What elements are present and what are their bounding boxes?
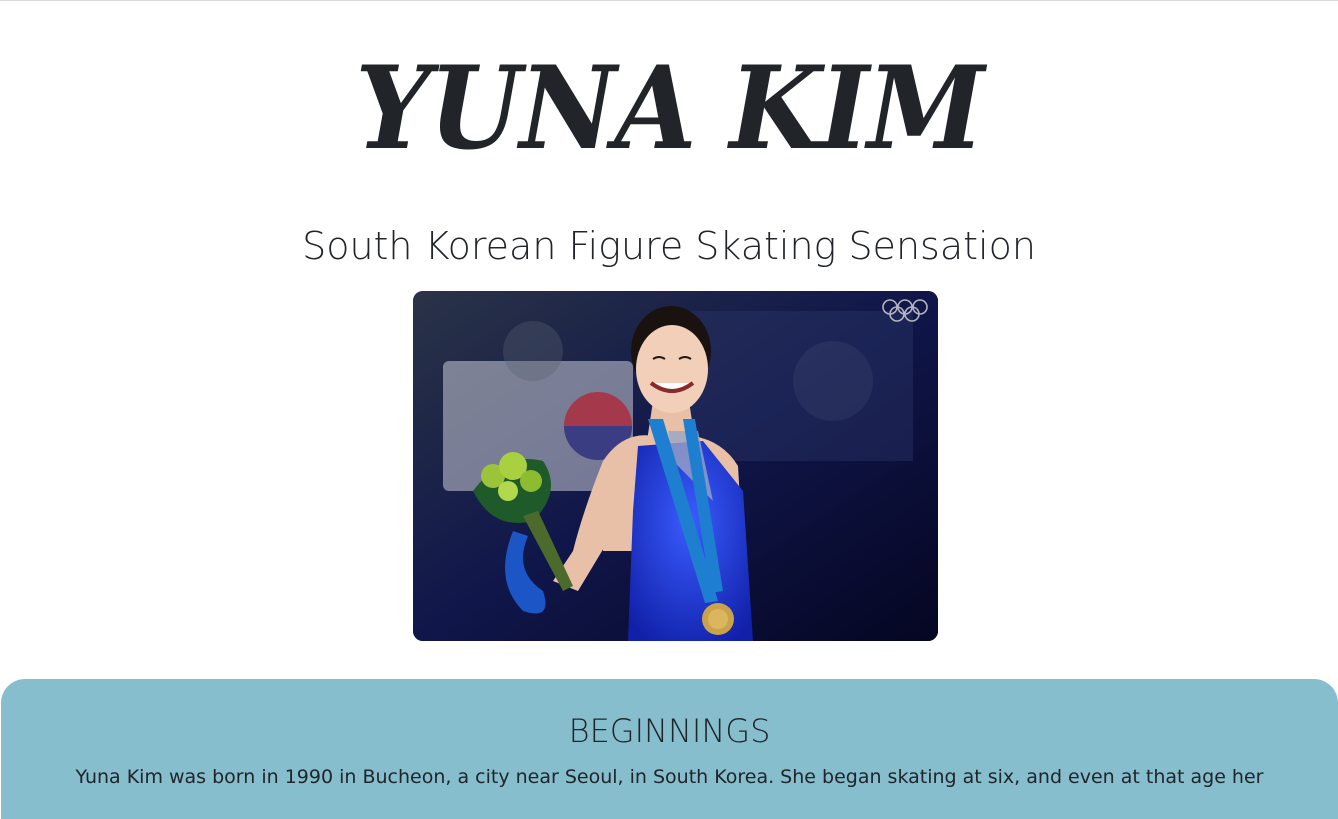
beginnings-section: BEGINNINGS Yuna Kim was born in 1990 in … — [1, 679, 1338, 819]
section-paragraph: Yuna Kim was born in 1990 in Bucheon, a … — [75, 766, 1264, 788]
hero-image — [413, 291, 938, 641]
skater-photo-illustration — [413, 291, 938, 641]
section-heading: BEGINNINGS — [568, 712, 771, 750]
page-title: YUNA KIM — [355, 39, 984, 175]
page-subtitle: South Korean Figure Skating Sensation — [302, 224, 1036, 268]
top-border — [0, 0, 1338, 1]
